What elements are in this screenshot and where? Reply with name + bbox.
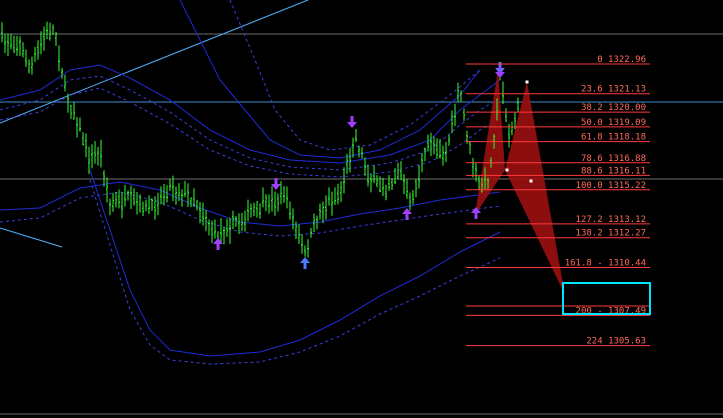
fib-level-label: 0 1322.96 bbox=[597, 55, 646, 65]
fib-level-label: 224 1305.63 bbox=[586, 337, 646, 347]
fib-level-label: 100.0 1315.22 bbox=[576, 181, 646, 191]
fib-level-label: 78.6 1316.88 bbox=[581, 154, 646, 164]
fib-level-label: 161.8 - 1310.44 bbox=[565, 258, 646, 268]
fib-level-label: 50.0 1319.09 bbox=[581, 118, 646, 128]
fib-level-label: 138.2 1312.27 bbox=[576, 229, 646, 239]
pattern-point-1[interactable] bbox=[505, 168, 509, 172]
fib-level-label: 127.2 1313.12 bbox=[576, 215, 646, 225]
fib-level-label: 61.8 1318.18 bbox=[581, 133, 646, 143]
fib-level-label: 88.6 1316.11 bbox=[581, 166, 646, 176]
pattern-point-0[interactable] bbox=[525, 80, 529, 84]
fib-level-label: 23.6 1321.13 bbox=[581, 85, 646, 95]
price-chart[interactable]: 0 1322.96 23.6 1321.13 38.2 1320.00 50.0 13… bbox=[0, 0, 723, 418]
pattern-point-2[interactable] bbox=[529, 179, 533, 183]
fib-level-label: 38.2 1320.00 bbox=[581, 103, 646, 113]
